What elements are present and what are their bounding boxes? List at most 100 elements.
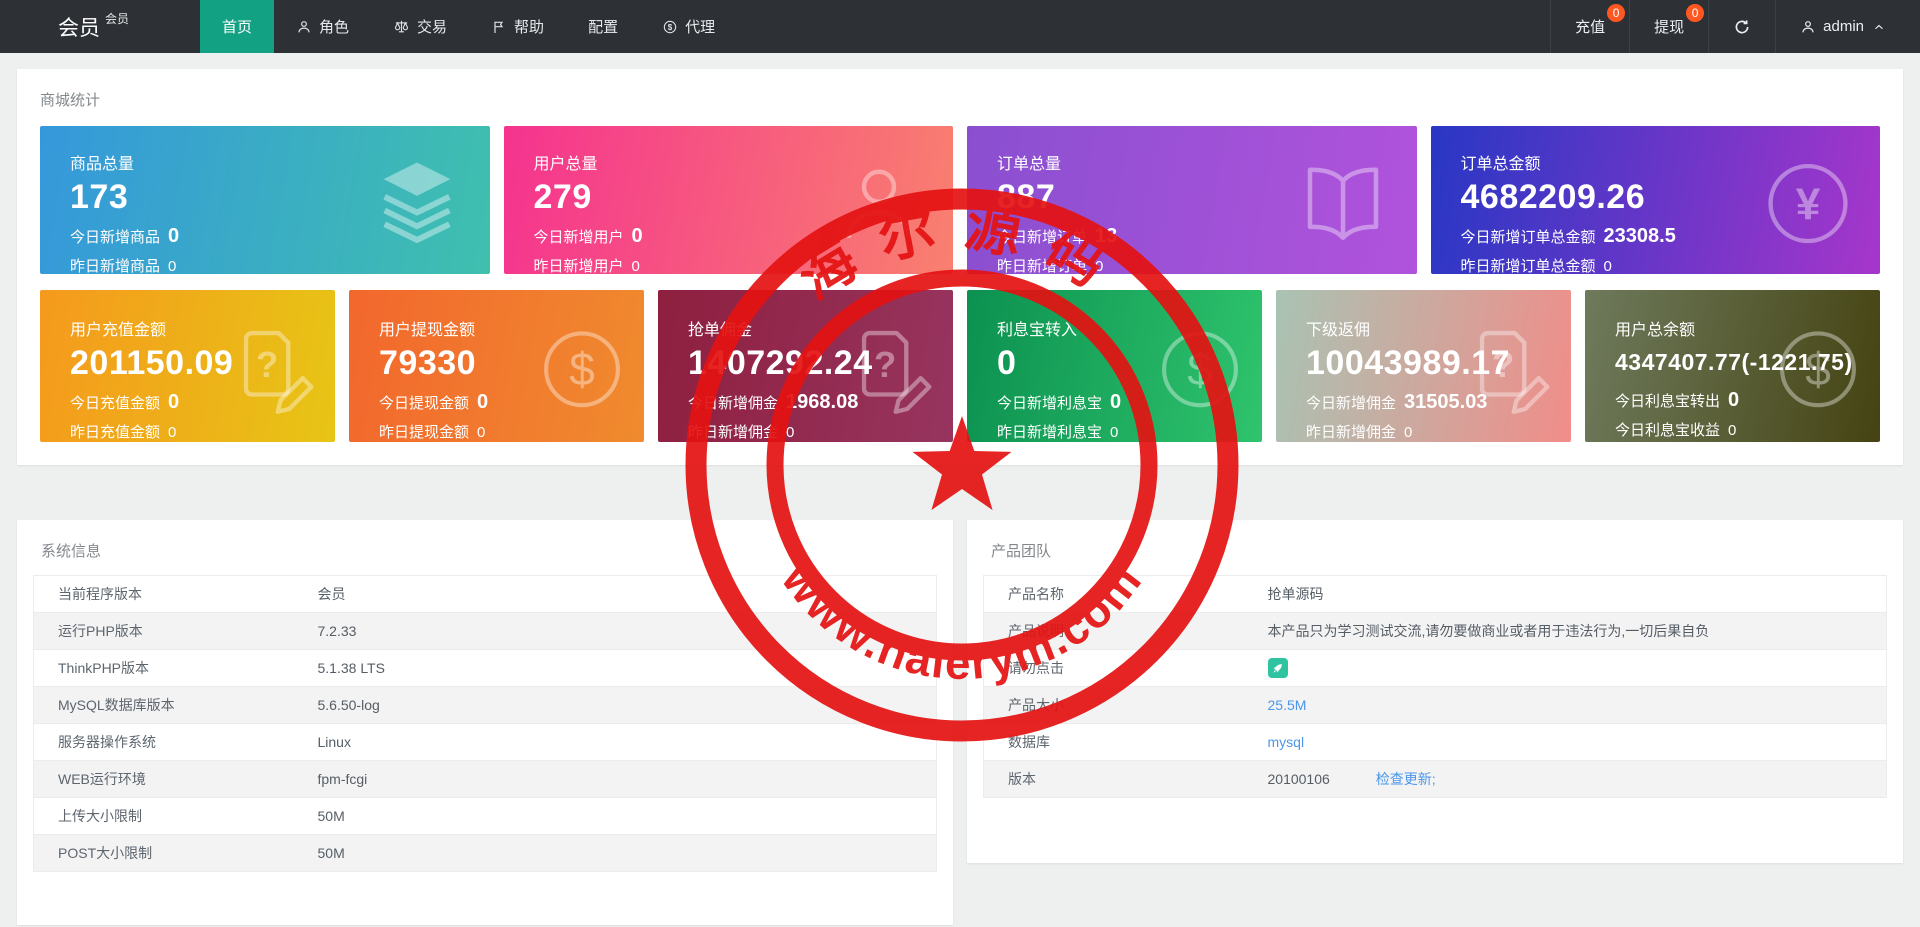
rocket-icon[interactable] [1267, 658, 1288, 678]
table-row: 数据库 mysql [983, 723, 1887, 761]
stats-panel-title: 商城统计 [40, 92, 101, 109]
tab-home[interactable]: 首页 [200, 0, 275, 53]
user-icon [296, 19, 312, 35]
table-row: WEB运行环境 fpm-fcgi [33, 760, 937, 798]
card-yesterday-line: 昨日充值金额 0 [70, 421, 305, 442]
svg-text:$: $ [1805, 343, 1831, 395]
card-yesterday-value: 0 [1095, 257, 1104, 274]
row-value: 50M [293, 834, 937, 872]
stat-card-orders-total: 订单总量 887 今日新增订单 13 昨日新增订单 0 [967, 126, 1417, 274]
tab-trade[interactable]: 交易 [371, 0, 469, 53]
user-icon [1800, 19, 1816, 35]
card-today-value: 0 [168, 390, 180, 413]
card-yesterday-label: 昨日新增用户 [533, 257, 624, 274]
card-yesterday-label: 昨日新增佣金 [1306, 423, 1397, 441]
user-big-icon [829, 154, 929, 259]
row-value: 本产品只为学习测试交流,请勿要做商业或者用于违法行为,一切后果自负 [1267, 623, 1710, 639]
tab-label: 代理 [685, 19, 716, 36]
stat-cards-row1: 商品总量 173 今日新增商品 0 昨日新增商品 0 用户总量 279 今日新增用户 0 昨日新增用… [40, 126, 1880, 274]
tab-label: 配置 [588, 19, 619, 36]
card-yesterday-line: 昨日新增订单总金额 0 [1461, 255, 1851, 274]
svg-text:¥: ¥ [1796, 180, 1821, 229]
card-today-label: 今日新增订单总金额 [1460, 228, 1596, 246]
card-yesterday-value: 0 [1110, 423, 1119, 441]
card-today-label: 今日新增用户 [533, 228, 624, 246]
card-yesterday-label: 昨日充值金额 [70, 423, 161, 441]
bottom-panels: 系统信息 当前程序版本 会员 运行PHP版本 7.2.33 ThinkPHP版本 5.1.… [17, 520, 1903, 925]
card-yesterday-label: 今日利息宝收益 [1615, 422, 1721, 440]
row-value: fpm-fcgi [293, 760, 937, 798]
withdraw-label: 提现 [1654, 19, 1685, 36]
dollar-circle-big-icon: $ [1154, 323, 1246, 420]
row-value-link[interactable]: 25.5M [1268, 697, 1307, 713]
card-yesterday-line: 昨日新增佣金 0 [688, 421, 923, 442]
dashboard-screen: 会员 会员 首页 角色 交易 帮助 配置 $ 代理 充值 0 提现 0 admin 商城统计 商品总量… [0, 0, 1920, 927]
dollar-circle-big-icon: $ [536, 323, 628, 420]
recharge-badge: 0 [1607, 4, 1626, 22]
withdraw-button[interactable]: 提现 0 [1630, 0, 1708, 53]
row-value: 5.6.50-log [293, 686, 937, 724]
card-yesterday-value: 0 [786, 423, 795, 441]
card-today-value: 0 [477, 390, 489, 413]
row-label: 产品名称 [983, 575, 1244, 613]
row-label: 版本 [983, 760, 1244, 798]
row-label: 请勿点击 [983, 649, 1244, 687]
table-row: 版本 20100106 检查更新; [983, 760, 1887, 798]
card-yesterday-value: 0 [1603, 257, 1612, 274]
mall-stats-panel: 商城统计 商品总量 173 今日新增商品 0 昨日新增商品 0 用户总量 279 今日新增用户 0… [17, 69, 1903, 465]
stat-card-user-withdraw: 用户提现金额 79330 今日提现金额 0 昨日提现金额 0 $ [349, 290, 644, 442]
card-yesterday-label: 昨日新增利息宝 [997, 423, 1103, 441]
row-value-link[interactable]: mysql [1268, 734, 1305, 750]
row-label: 数据库 [983, 723, 1244, 761]
row-label: 当前程序版本 [33, 575, 294, 613]
row-label: 产品说明 [983, 612, 1244, 650]
yen-circle-icon: ¥ [1760, 156, 1856, 257]
card-today-label: 今日提现金额 [379, 394, 470, 412]
tab-label: 帮助 [514, 19, 545, 36]
card-today-value: 0 [1110, 390, 1122, 413]
card-today-value: 23308.5 [1603, 224, 1676, 247]
stat-card-order-commission: 抢单佣金 1407292.24 今日新增佣金 1968.08 昨日新增佣金 0? [658, 290, 953, 442]
row-value: 7.2.33 [293, 612, 937, 650]
recharge-button[interactable]: 充值 0 [1551, 0, 1629, 53]
tab-label: 交易 [417, 19, 448, 36]
svg-text:$: $ [569, 343, 595, 395]
tab-roles[interactable]: 角色 [274, 0, 371, 53]
row-label: 上传大小限制 [33, 797, 294, 835]
tab-label: 角色 [319, 19, 350, 36]
stat-card-goods-total: 商品总量 173 今日新增商品 0 昨日新增商品 0 [40, 126, 490, 274]
app-brand: 会员 会员 [0, 0, 200, 53]
brand-title: 会员 [58, 16, 100, 40]
card-today-label: 今日新增佣金 [1306, 394, 1397, 412]
stat-card-users-total: 用户总量 279 今日新增用户 0 昨日新增用户 0 [503, 126, 953, 274]
table-row: POST大小限制 50M [33, 834, 937, 872]
card-yesterday-line: 昨日新增利息宝 0 [997, 421, 1232, 442]
row-label: POST大小限制 [33, 834, 294, 872]
product-team-panel: 产品团队 产品名称 抢单源码 产品说明 本产品只为学习测试交流,请勿要做商业或者用于违… [967, 520, 1903, 863]
doc-question-icon: ? [223, 322, 319, 423]
doc-question-icon: ? [841, 322, 937, 423]
tab-config[interactable]: 配置 [566, 0, 640, 53]
table-row: 服务器操作系统 Linux [33, 723, 937, 761]
row-value: 会员 [293, 575, 937, 613]
tab-help[interactable]: 帮助 [469, 0, 566, 53]
stat-card-sub-rebate: 下级返佣 10043989.17 今日新增佣金 31505.03 昨日新增佣金 0? [1276, 290, 1571, 442]
system-info-table: 当前程序版本 会员 运行PHP版本 7.2.33 ThinkPHP版本 5.1.38 LT… [33, 575, 937, 872]
card-today-label: 今日利息宝转出 [1615, 393, 1721, 411]
tab-agent[interactable]: $ 代理 [640, 0, 737, 53]
table-row: 产品名称 抢单源码 [983, 575, 1887, 613]
refresh-button[interactable] [1709, 0, 1775, 53]
card-today-value: 0 [631, 224, 643, 247]
layers-icon [368, 155, 466, 258]
card-yesterday-value: 0 [477, 423, 486, 441]
row-value: 抢单源码 [1267, 586, 1324, 602]
check-update-link[interactable]: 检查更新; [1376, 771, 1436, 787]
card-yesterday-label: 昨日新增佣金 [688, 423, 779, 441]
admin-menu[interactable]: admin [1776, 0, 1920, 53]
row-value: 20100106 [1267, 771, 1330, 787]
row-label: MySQL数据库版本 [33, 686, 294, 724]
row-label: WEB运行环境 [33, 760, 294, 798]
product-team-table: 产品名称 抢单源码产品说明 本产品只为学习测试交流,请勿要做商业或者用于违法行为,一… [983, 575, 1887, 798]
card-today-value: 0 [1728, 389, 1740, 412]
card-today-label: 今日新增订单 [997, 228, 1088, 246]
